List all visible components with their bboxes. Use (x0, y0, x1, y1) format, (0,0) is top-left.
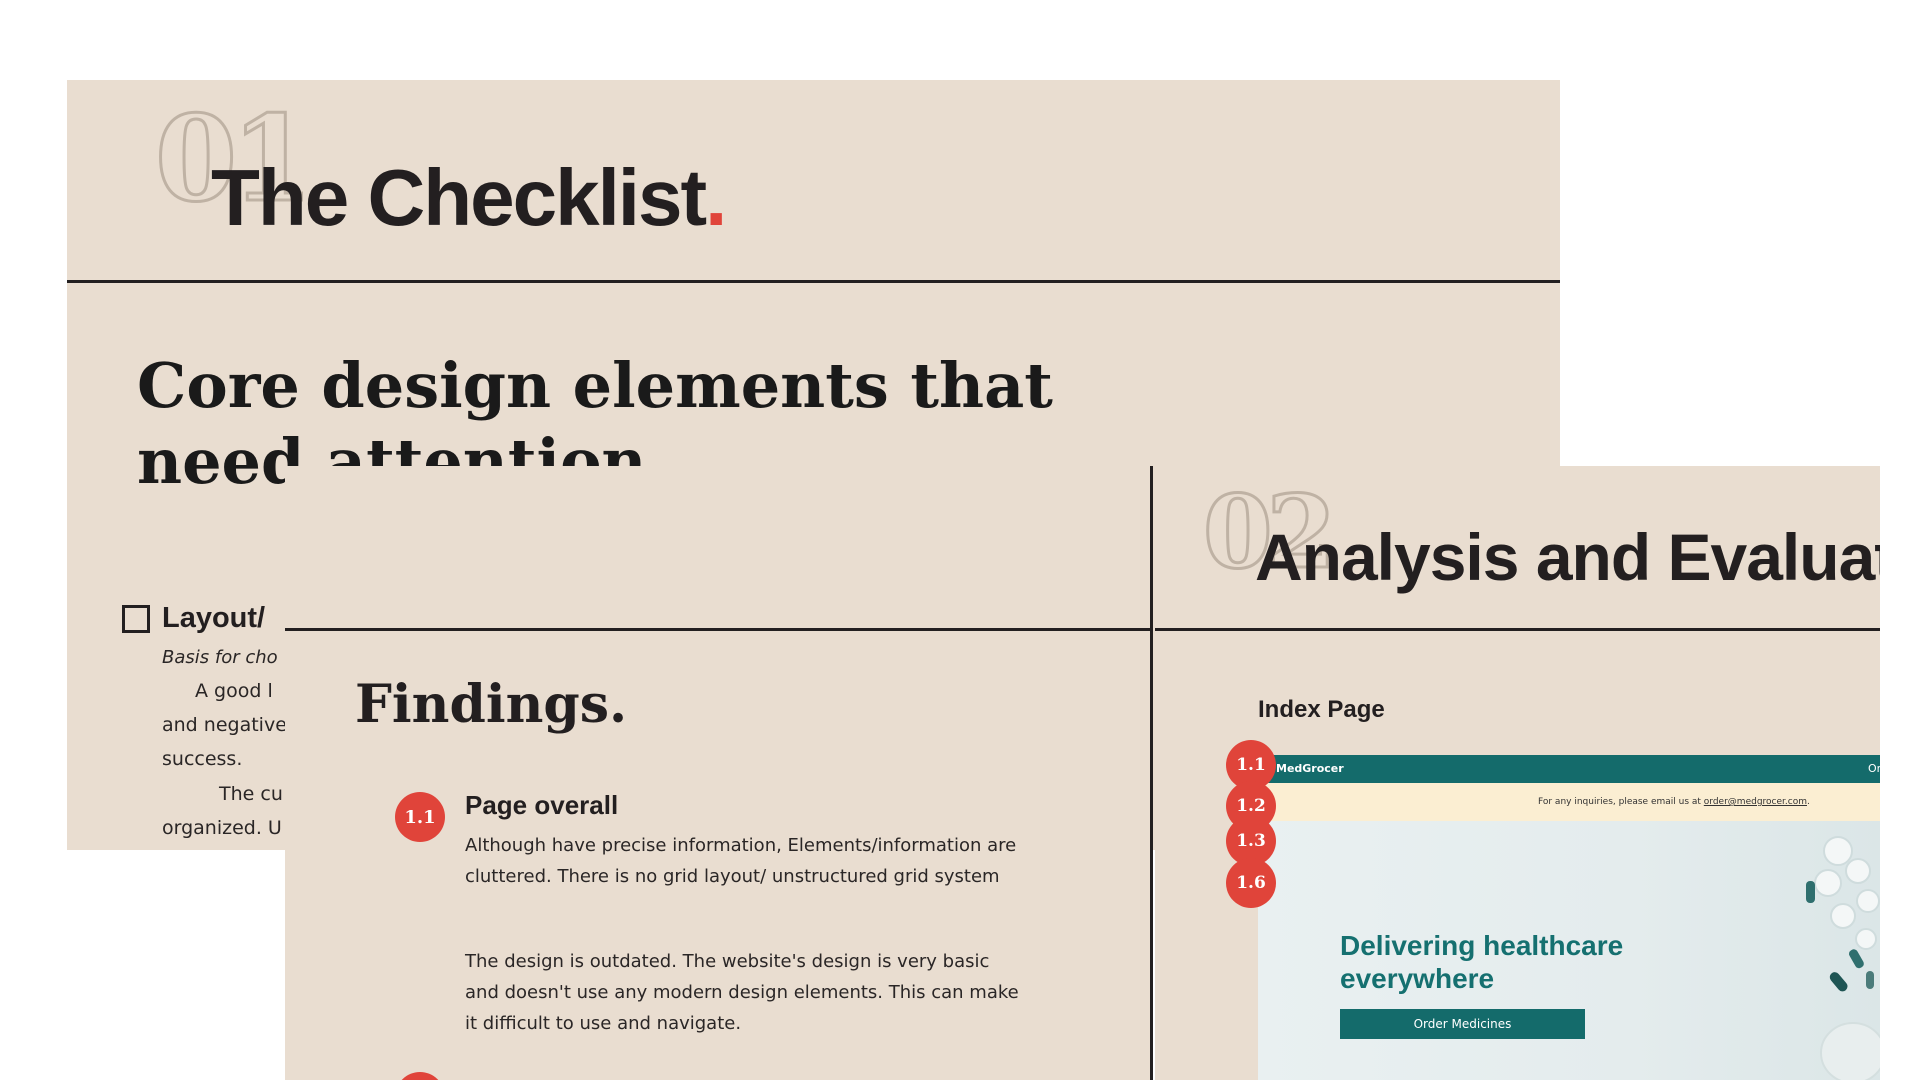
findings-title: Findings. (355, 674, 628, 735)
finding-badge-next (395, 1072, 445, 1080)
mock-navbar: MedGrocer Order (1258, 755, 1880, 783)
checklist-title: The Checklist. (211, 158, 727, 238)
checklist-title-dot: . (705, 153, 727, 242)
website-screenshot: MedGrocer Order For any inquiries, pleas… (1258, 755, 1880, 1080)
para-line: A good l (195, 680, 273, 702)
divider (285, 628, 1153, 631)
finding-text: The design is outdated. The website's de… (465, 951, 1019, 1034)
mock-banner-message: For any inquiries, please email us at (1538, 797, 1704, 807)
analysis-badge: 1.6 (1226, 858, 1276, 908)
para-line: and negative (162, 714, 287, 736)
analysis-title: Analysis and Evaluat (1255, 520, 1880, 594)
mock-order-button: Order Medicines (1340, 1009, 1585, 1039)
pills-illustration (1806, 836, 1880, 1080)
mock-banner: For any inquiries, please email us at or… (1258, 783, 1880, 821)
vertical-divider (1150, 466, 1153, 1080)
finding-badge: 1.1 (395, 792, 445, 842)
mock-banner-email: order@medgrocer.com (1703, 797, 1807, 807)
checkbox[interactable] (122, 604, 150, 633)
mock-nav-link: Order (1868, 762, 1880, 775)
analysis-panel: 02 Analysis and Evaluat Index Page MedGr… (1155, 466, 1880, 1080)
index-page-label: Index Page (1258, 696, 1385, 723)
basis-text: Basis for cho (162, 647, 278, 668)
mock-hero: Delivering healthcare everywhere Order M… (1258, 821, 1880, 1080)
divider (67, 280, 1560, 283)
checkbox-label: Layout/ (162, 602, 266, 634)
para-line: The cu (219, 783, 283, 805)
para-line: organized. U (162, 817, 282, 839)
checklist-title-text: The Checklist (211, 153, 707, 242)
mock-banner-text: For any inquiries, please email us at or… (1538, 797, 1810, 807)
divider (1155, 628, 1880, 631)
finding-text: Although have precise information, Eleme… (465, 835, 1017, 887)
para-line: success. (162, 748, 243, 770)
mock-hero-heading: Delivering healthcare everywhere (1340, 930, 1624, 994)
mock-banner-end: . (1806, 797, 1810, 807)
mock-logo: MedGrocer (1276, 762, 1344, 775)
findings-panel: Findings. 1.1 Page overall Although have… (285, 466, 1153, 1080)
checklist-item[interactable]: Layout/ (122, 602, 265, 635)
finding-heading: Page overall (465, 790, 619, 820)
